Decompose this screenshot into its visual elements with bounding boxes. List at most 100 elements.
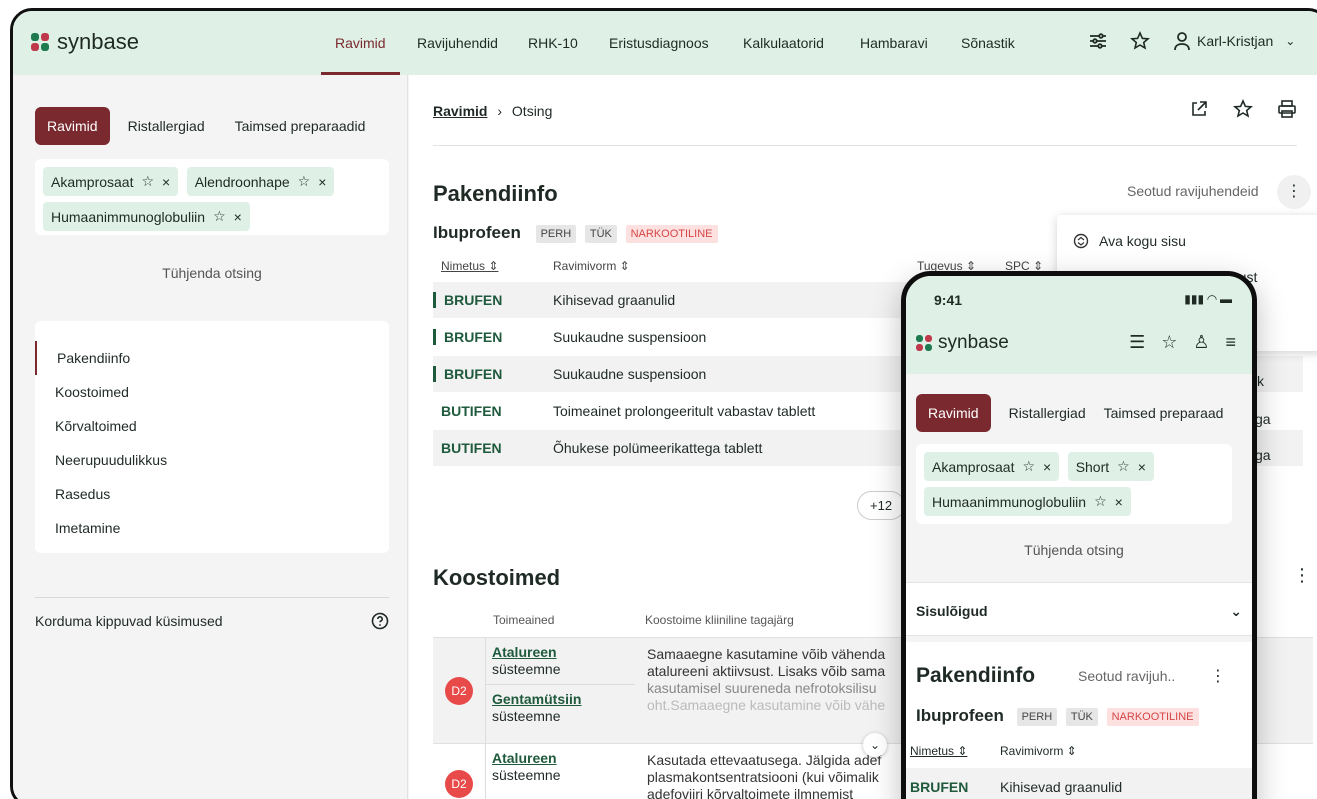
substance-link[interactable]: Atalureen [492,644,557,660]
nav-item-eristusdiagnoos[interactable]: Eristusdiagnoos [609,11,709,75]
hamburger-menu-icon[interactable]: ≡ [1225,332,1236,353]
toc-item-pakendiinfo[interactable]: Pakendiinfo [35,341,389,375]
content-sections-dropdown[interactable]: Sisulõigud ⌄ [906,582,1252,636]
badge-narkootiline: NARKOOTILINE [625,224,718,243]
row-name[interactable]: BUTIFEN [433,403,553,419]
row-name[interactable]: BRUFEN [906,779,1000,795]
star-icon[interactable]: ☆ [298,173,311,190]
row-name[interactable]: BRUFEN [433,366,553,382]
open-external-icon[interactable] [1189,99,1209,119]
expand-circle-icon [1073,233,1089,249]
tab-ristallergiad[interactable]: Ristallergiad [1009,405,1086,421]
col-ravimivorm[interactable]: Ravimivorm ⇕ [1000,744,1077,758]
mobile-brand-logo[interactable]: synbase [916,332,1009,354]
toc-item-koostoimed[interactable]: Koostoimed [35,375,389,409]
star-icon[interactable]: ☆ [1022,458,1035,475]
nav-item-sonastik[interactable]: Sõnastik [961,11,1015,75]
substance-route: süsteemne [492,708,561,724]
star-icon[interactable]: ☆ [1117,458,1130,475]
user-menu[interactable]: Karl-Kristjan ⌄ [1173,31,1295,51]
expand-chevron-icon[interactable]: ⌄ [863,733,887,757]
favorites-star-icon[interactable] [1130,31,1150,51]
close-icon[interactable]: × [1115,494,1123,510]
favorites-star-icon[interactable]: ☆ [1161,332,1177,353]
toc-item-imetamine[interactable]: Imetamine [35,511,389,545]
close-icon[interactable]: × [234,209,242,225]
col-nimetus[interactable]: Nimetus ⇕ [910,744,1000,758]
show-more-rows-button[interactable]: +12 [857,491,906,520]
badge-perh: PERH [535,224,577,243]
faq-link[interactable]: Korduma kippuvad küsimused [35,597,389,630]
related-guidelines-label[interactable]: Seotud ravijuh.. [1078,668,1175,684]
mobile-table-header: Nimetus ⇕ Ravimivorm ⇕ [910,738,1077,764]
mobile-clear-search-button[interactable]: Tühjenda otsing [916,542,1232,558]
search-tag[interactable]: Akamprosaat ☆ × [924,452,1060,481]
help-circle-icon [371,612,389,630]
drug-name: Ibuprofeen [433,223,521,242]
breadcrumb-current: Otsing [511,103,553,119]
row-name[interactable]: BRUFEN [433,329,553,345]
severity-badge: D2 [433,744,485,799]
toc-item-korvaltoimed[interactable]: Kõrvaltoimed [35,409,389,443]
signal-icon: ▮▮▮ [1184,292,1205,306]
app-frame: synbase Ravimid Ravijuhendid RHK-10 Eris… [10,8,1317,799]
row-form: Toimeainet prolongeeritult vabastav tabl… [553,403,816,419]
tab-taimsed-preparaadid[interactable]: Taimsed preparaadid [235,107,378,145]
tab-ravimid[interactable]: Ravimid [916,394,991,432]
nav-item-ravimid[interactable]: Ravimid [321,11,400,75]
col-nimetus[interactable]: Nimetus ⇕ [433,259,553,273]
bookmark-star-icon[interactable] [1233,99,1253,119]
clear-search-button[interactable]: Tühjenda otsing [35,265,389,281]
nav-item-rhk10[interactable]: RHK-10 [528,11,578,75]
close-icon[interactable]: × [1043,459,1051,475]
row-name[interactable]: BUTIFEN [433,440,553,456]
star-icon[interactable]: ☆ [213,208,226,225]
row-name[interactable]: BRUFEN [433,292,553,308]
filter-settings-icon[interactable]: ☰ [1129,332,1145,353]
tab-ravimid[interactable]: Ravimid [35,107,110,145]
related-guidelines-label[interactable]: Seotud ravijuhendeid [1127,183,1259,199]
close-icon[interactable]: × [1138,459,1146,475]
section-title-pakendiinfo: Pakendiinfo [433,181,558,206]
brand-name: synbase [938,332,1009,353]
tab-ristallergiad[interactable]: Ristallergiad [128,107,217,145]
nav-item-hambaravi[interactable]: Hambaravi [860,11,928,75]
more-options-icon[interactable]: ⋮ [1277,175,1311,209]
battery-icon: ▬ [1220,292,1232,306]
mobile-preview: 9:41 ▮▮▮ ◠ ▬ synbase ☰ ☆ ♙ ≡ Ravimid Ris… [901,271,1257,799]
table-row[interactable]: BRUFEN Kihisevad graanulid [906,768,1252,799]
star-icon[interactable]: ☆ [1094,493,1107,510]
breadcrumb-link[interactable]: Ravimid [433,103,487,119]
filter-settings-icon[interactable] [1088,31,1108,51]
search-tag[interactable]: Short ☆ × [1067,452,1154,481]
print-icon[interactable] [1277,99,1297,119]
col-ravimivorm[interactable]: Ravimivorm ⇕ [553,259,917,273]
search-tag[interactable]: Alendroonhape ☆ × [186,167,335,196]
search-tag[interactable]: Akamprosaat ☆ × [43,167,179,196]
badge-tuk: TÜK [1065,707,1098,726]
substance-link[interactable]: Atalureen [492,750,557,766]
menu-item-open-all[interactable]: Ava kogu sisu [1073,233,1186,249]
user-icon [1174,32,1190,51]
status-icons: ▮▮▮ ◠ ▬ [1184,292,1232,306]
mobile-search-tags-box[interactable]: Akamprosaat ☆ × Short ☆ × Humaanimmunoglobul… [916,444,1232,524]
close-icon[interactable]: × [162,174,170,190]
substance-link[interactable]: Gentamütsiin [492,691,581,707]
more-options-icon[interactable]: ⋮ [1210,666,1226,686]
more-options-icon[interactable]: ⋮ [1293,565,1311,586]
drug-heading: Ibuprofeen PERH TÜK NARKOOTILINE [916,706,1199,726]
header-divider [433,145,1297,146]
tab-taimsed-preparaadid[interactable]: Taimsed preparaad [1104,405,1224,421]
search-tags-box[interactable]: Akamprosaat ☆ × Alendroonhape ☆ × Humaanimmu… [35,159,389,235]
nav-item-ravijuhendid[interactable]: Ravijuhendid [417,11,498,75]
user-icon[interactable]: ♙ [1193,332,1209,353]
search-tag[interactable]: Humaanimmunoglobuliin ☆ × [924,487,1131,516]
close-icon[interactable]: × [318,174,326,190]
brand-logo[interactable]: synbase [31,29,139,55]
nav-item-kalkulaatorid[interactable]: Kalkulaatorid [743,11,824,75]
star-icon[interactable]: ☆ [141,173,154,190]
toc-item-rasedus[interactable]: Rasedus [35,477,389,511]
badge-perh: PERH [1016,707,1058,726]
toc-item-neerupuudulikkus[interactable]: Neerupuudulikkus [35,443,389,477]
search-tag[interactable]: Humaanimmunoglobuliin ☆ × [43,202,250,231]
